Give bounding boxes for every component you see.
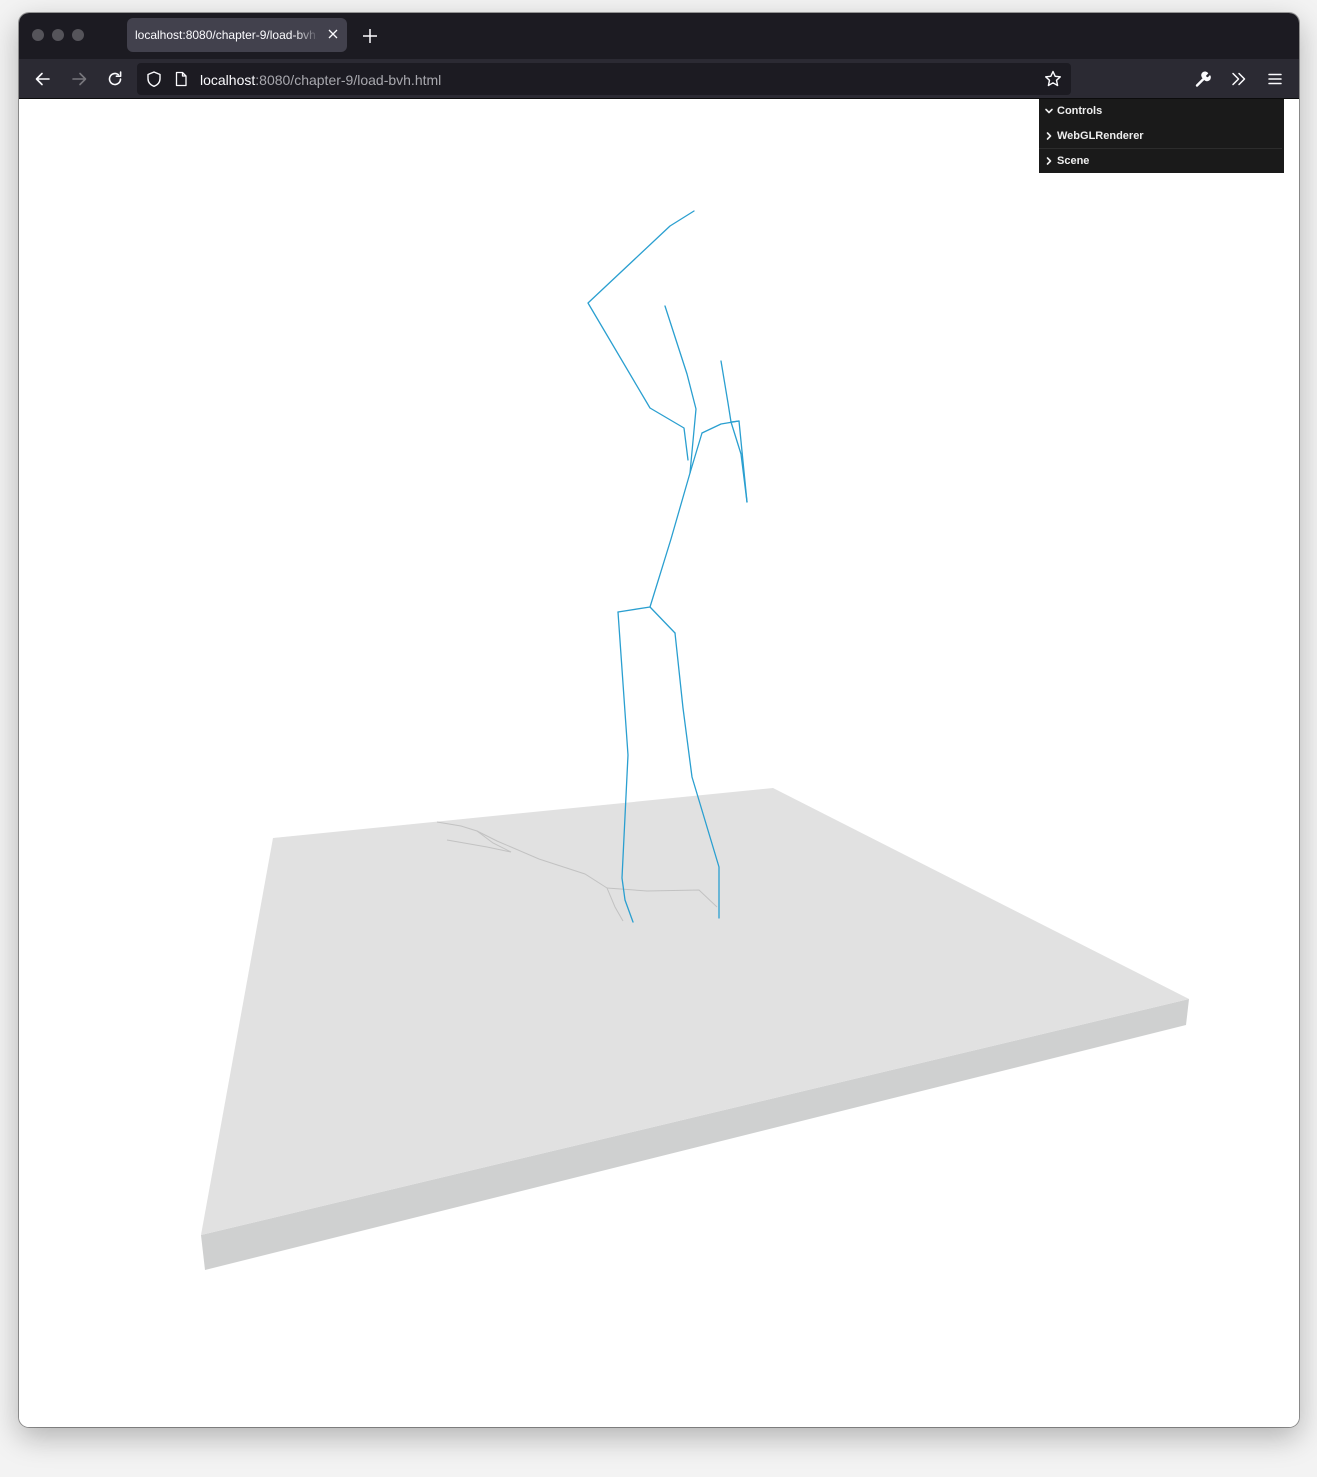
browser-window: localhost:8080/chapter-9/load-bvh.html bbox=[19, 13, 1299, 1427]
chevron-right-icon bbox=[1046, 157, 1052, 165]
minimize-dot-icon[interactable] bbox=[52, 29, 64, 41]
close-dot-icon[interactable] bbox=[32, 29, 44, 41]
reload-icon[interactable] bbox=[105, 69, 125, 89]
tab-bar: localhost:8080/chapter-9/load-bvh.html bbox=[19, 13, 1299, 59]
url-path: :8080/chapter-9/load-bvh.html bbox=[255, 72, 442, 88]
url-bar[interactable]: localhost:8080/chapter-9/load-bvh.html bbox=[137, 63, 1071, 95]
url-host: localhost bbox=[200, 72, 256, 88]
dat-gui-panel: Controls WebGLRenderer Scene bbox=[1039, 99, 1284, 173]
hamburger-menu-icon[interactable] bbox=[1265, 69, 1285, 89]
arm-bone bbox=[664, 305, 697, 474]
tab-title: localhost:8080/chapter-9/load-bvh.html bbox=[135, 28, 317, 42]
arm-bone bbox=[587, 210, 695, 461]
arm-bone bbox=[730, 421, 748, 503]
wrench-icon[interactable] bbox=[1193, 69, 1213, 89]
gui-folder-label: Controls bbox=[1057, 105, 1103, 117]
spine-bone bbox=[649, 432, 703, 608]
forward-arrow-icon[interactable] bbox=[69, 69, 89, 89]
hip-bone bbox=[617, 606, 676, 634]
gui-folder-webglrenderer[interactable]: WebGLRenderer bbox=[1039, 124, 1284, 149]
gui-folder-label: WebGLRenderer bbox=[1057, 130, 1144, 142]
webgl-viewport[interactable]: Controls WebGLRenderer Scene bbox=[19, 99, 1299, 1427]
star-icon[interactable] bbox=[1043, 69, 1063, 89]
gui-folder-scene[interactable]: Scene bbox=[1039, 149, 1284, 174]
close-icon[interactable] bbox=[325, 26, 341, 42]
navigation-toolbar: localhost:8080/chapter-9/load-bvh.html bbox=[19, 59, 1299, 99]
zoom-dot-icon[interactable] bbox=[72, 29, 84, 41]
new-tab-plus-icon[interactable] bbox=[361, 27, 379, 45]
overflow-chevrons-icon[interactable] bbox=[1229, 69, 1249, 89]
page-icon[interactable] bbox=[173, 71, 189, 87]
url-text[interactable]: localhost:8080/chapter-9/load-bvh.html bbox=[200, 72, 441, 88]
gui-folder-label: Scene bbox=[1057, 155, 1090, 167]
tab-title-fade bbox=[295, 22, 319, 48]
shield-icon[interactable] bbox=[145, 70, 163, 88]
chevron-right-icon bbox=[1046, 132, 1052, 140]
bvh-scene-canvas[interactable] bbox=[19, 99, 1299, 1427]
chevron-down-icon bbox=[1045, 108, 1053, 114]
browser-tab[interactable]: localhost:8080/chapter-9/load-bvh.html bbox=[127, 18, 347, 52]
gui-folder-controls[interactable]: Controls bbox=[1039, 99, 1284, 124]
back-arrow-icon[interactable] bbox=[33, 69, 53, 89]
floor-top-face bbox=[201, 788, 1189, 1235]
